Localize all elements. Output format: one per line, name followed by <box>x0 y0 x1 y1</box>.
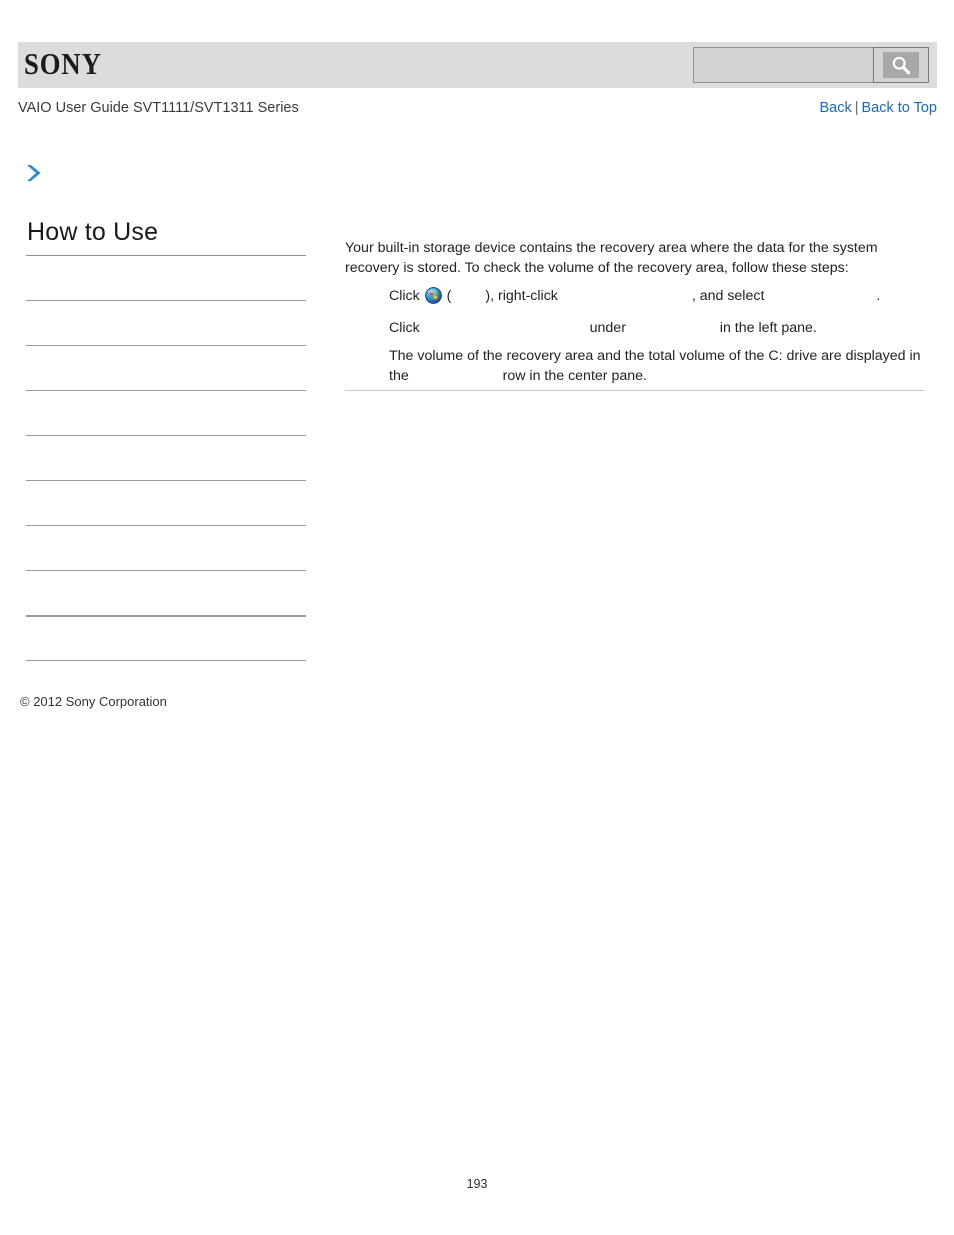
step-text: , and select <box>691 288 769 304</box>
sidebar: How to Use <box>26 218 306 705</box>
document-title: VAIO User Guide SVT1111/SVT1311 Series <box>18 100 299 116</box>
step-text: under <box>585 320 630 336</box>
sidebar-item[interactable] <box>26 434 306 480</box>
sidebar-item[interactable] <box>26 479 306 525</box>
sidebar-item[interactable] <box>26 344 306 390</box>
step-text: Click <box>389 288 424 304</box>
sony-logo: SONY <box>24 47 109 82</box>
sidebar-item[interactable] <box>26 254 306 300</box>
step-item: Click ( ), right-click , and select . <box>345 286 925 310</box>
chevron-right-icon <box>24 162 44 184</box>
back-to-top-link[interactable]: Back to Top <box>861 100 937 116</box>
sidebar-item[interactable] <box>26 524 306 570</box>
search-input[interactable] <box>693 47 873 83</box>
step-text: . <box>876 288 881 304</box>
steps-list: Click (), right-click , and select . Clic… <box>345 286 925 386</box>
back-link[interactable]: Back <box>819 100 851 116</box>
main-content: Your built-in storage device contains th… <box>345 238 925 394</box>
windows-start-orb-icon <box>424 287 442 310</box>
step-text: ( <box>442 288 452 304</box>
sidebar-list <box>26 254 306 705</box>
step-text: The volume of the recovery area and the … <box>389 348 921 384</box>
step-text: row in the center pane. <box>498 368 647 384</box>
sony-logo-text: SONY <box>24 47 102 82</box>
search-group <box>693 47 929 83</box>
step-item: The volume of the recovery area and the … <box>345 346 925 386</box>
document-title-row: VAIO User Guide SVT1111/SVT1311 Series B… <box>18 100 937 122</box>
step-text: Click <box>389 320 424 336</box>
search-icon <box>883 52 919 78</box>
step-item: Click under in the left pane. <box>345 318 925 338</box>
step-text: ), right-click <box>485 288 562 304</box>
intro-paragraph: Your built-in storage device contains th… <box>345 240 878 276</box>
copyright-text: © 2012 Sony Corporation <box>20 694 167 709</box>
sidebar-item[interactable] <box>26 614 306 660</box>
step-text: in the left pane. <box>715 320 817 336</box>
content-divider <box>345 390 925 391</box>
sidebar-item[interactable] <box>26 299 306 345</box>
site-header: SONY <box>18 42 937 88</box>
page-number: 193 <box>466 1177 488 1191</box>
search-button[interactable] <box>873 47 929 83</box>
page-title: How to Use <box>27 218 159 246</box>
header-nav-links: Back | Back to Top <box>819 100 937 116</box>
sidebar-item[interactable] <box>26 389 306 435</box>
sidebar-item[interactable] <box>26 569 306 615</box>
